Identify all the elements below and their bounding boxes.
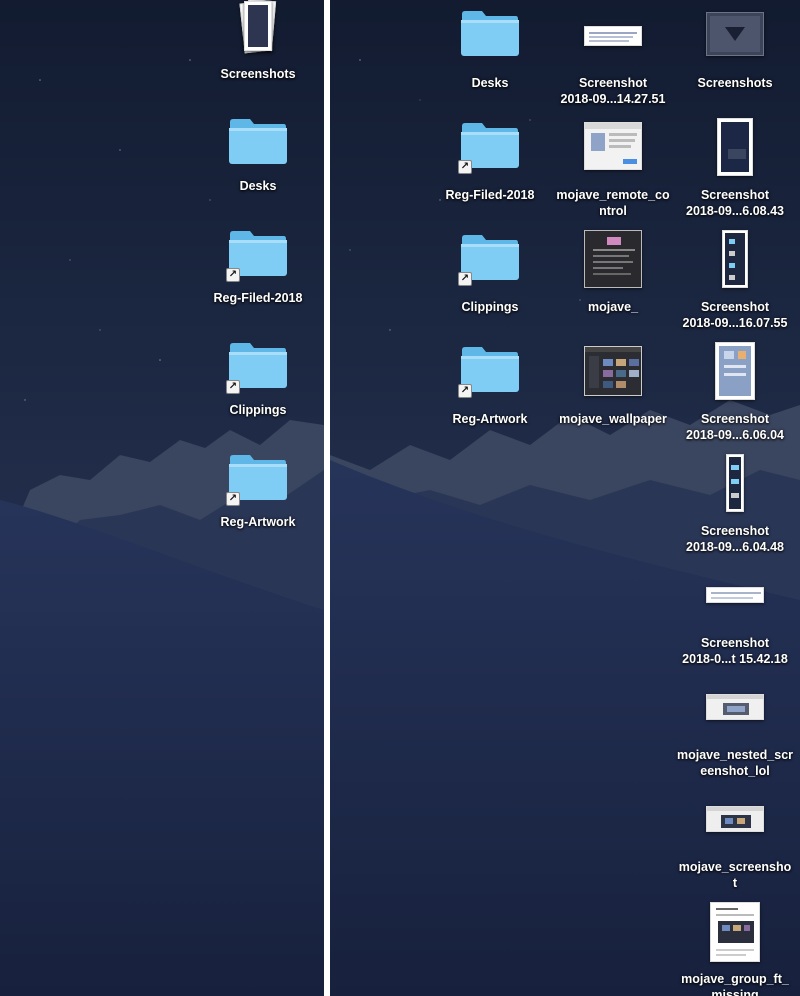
screenshot-thumbnail-icon bbox=[706, 694, 764, 720]
item-label: Screenshot 2018-09...16.07.55 bbox=[682, 300, 788, 330]
item-label: mojave_group_ft_ missing bbox=[681, 972, 789, 996]
item-label: Screenshot 2018-0...t 15.42.18 bbox=[682, 636, 788, 666]
stack-icon bbox=[239, 0, 277, 54]
alias-folder-icon: ↗ bbox=[226, 452, 288, 506]
item-label: Clippings bbox=[461, 300, 519, 314]
left-desktop-pane: Screenshots Desks ↗ Reg-Filed-2018 ↗ Cli… bbox=[0, 0, 324, 996]
item-label: Screenshot 2018-09...14.27.51 bbox=[560, 76, 666, 106]
folder-icon bbox=[460, 8, 520, 58]
screenshot-thumbnail-icon bbox=[584, 346, 642, 396]
item-label: Reg-Filed-2018 bbox=[213, 291, 303, 305]
screenshot-thumbnail-icon bbox=[715, 342, 755, 400]
item-label: Desks bbox=[471, 76, 509, 90]
alias-arrow-icon: ↗ bbox=[226, 380, 240, 394]
item-label: Screenshot 2018-09...6.06.04 bbox=[686, 412, 784, 442]
screenshot-thumbnail-icon bbox=[717, 118, 753, 176]
alias-folder-icon: ↗ bbox=[458, 120, 520, 174]
item-label: mojave_wallpaper bbox=[559, 412, 667, 426]
item-label: mojave_screensho t bbox=[678, 860, 792, 890]
alias-arrow-icon: ↗ bbox=[226, 268, 240, 282]
alias-folder-icon: ↗ bbox=[458, 232, 520, 286]
item-label: mojave_ bbox=[587, 300, 639, 314]
screenshot-thumbnail-icon bbox=[710, 902, 760, 962]
screenshot-thumbnail-icon bbox=[584, 26, 642, 46]
alias-folder-icon: ↗ bbox=[226, 228, 288, 282]
alias-arrow-icon: ↗ bbox=[458, 272, 472, 286]
right-desktop-pane: Desks ↗ Reg-Filed-2018 ↗ Clippings ↗ Reg… bbox=[330, 0, 800, 996]
item-label: Reg-Artwork bbox=[452, 412, 528, 426]
screenshot-thumbnail-icon bbox=[706, 587, 764, 603]
folder-icon bbox=[228, 116, 288, 166]
item-label: mojave_remote_co ntrol bbox=[556, 188, 670, 218]
screenshot-thumbnail-icon bbox=[706, 806, 764, 832]
alias-arrow-icon: ↗ bbox=[458, 160, 472, 174]
screenshot-thumbnail-icon bbox=[722, 230, 748, 288]
item-label: Reg-Filed-2018 bbox=[445, 188, 535, 202]
item-label: Reg-Artwork bbox=[220, 515, 296, 529]
item-label: Screenshot 2018-09...6.08.43 bbox=[686, 188, 784, 218]
screenshot-thumbnail-icon bbox=[584, 230, 642, 288]
alias-folder-icon: ↗ bbox=[226, 340, 288, 394]
screenshot-thumbnail-icon bbox=[726, 454, 744, 512]
item-label: mojave_nested_scr eenshot_lol bbox=[676, 748, 794, 778]
alias-arrow-icon: ↗ bbox=[458, 384, 472, 398]
screenshot-thumbnail-icon bbox=[584, 122, 642, 170]
item-label: Screenshot 2018-09...6.04.48 bbox=[686, 524, 784, 554]
item-label: Clippings bbox=[229, 403, 287, 417]
item-label: Screenshots bbox=[220, 67, 296, 81]
item-label: Screenshots bbox=[697, 76, 773, 90]
alias-arrow-icon: ↗ bbox=[226, 492, 240, 506]
item-label: Desks bbox=[239, 179, 277, 193]
alias-folder-icon: ↗ bbox=[458, 344, 520, 398]
screenshots-folder-icon bbox=[706, 12, 764, 56]
